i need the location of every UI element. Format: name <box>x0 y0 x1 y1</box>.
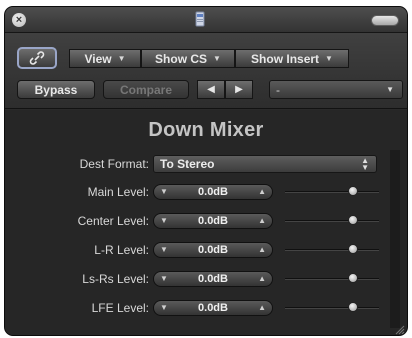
level-value-field[interactable]: ▼ 0.0dB ▲ <box>153 242 273 258</box>
arrow-left-icon: ◀ <box>207 84 215 95</box>
parameter-label: Ls-Rs Level: <box>82 272 149 286</box>
title-bar[interactable]: × <box>5 7 407 33</box>
level-value-field[interactable]: ▼ 0.0dB ▲ <box>153 213 273 229</box>
up-down-arrows-icon: ▲ ▼ <box>361 156 369 172</box>
scrollbar[interactable] <box>390 150 400 328</box>
close-button[interactable]: × <box>12 13 26 27</box>
dest-format-select[interactable]: To Stereo ▲ ▼ <box>153 155 377 173</box>
level-value-field[interactable]: ▼ 0.0dB ▲ <box>153 271 273 287</box>
level-slider-thumb[interactable] <box>347 302 358 312</box>
preset-menu[interactable]: - ▼ <box>269 80 403 99</box>
arrow-right-icon: ▶ <box>235 84 243 95</box>
increment-arrow-icon[interactable]: ▲ <box>258 187 266 196</box>
level-slider-track[interactable] <box>285 278 379 280</box>
compare-button[interactable]: Compare <box>103 80 189 99</box>
bypass-button[interactable]: Bypass <box>17 80 95 99</box>
level-value: 0.0dB <box>198 244 228 256</box>
link-icon <box>29 51 45 65</box>
link-button[interactable] <box>17 47 57 69</box>
plugin-header: View ▼ Show CS ▼ Show Insert ▼ Bypass Co… <box>5 33 407 109</box>
level-slider-thumb[interactable] <box>347 273 358 283</box>
level-value: 0.0dB <box>198 215 228 227</box>
show-cs-label: Show CS <box>155 51 208 66</box>
parameter-label: LFE Level: <box>91 301 149 315</box>
increment-arrow-icon[interactable]: ▲ <box>258 216 266 225</box>
view-menu[interactable]: View ▼ <box>69 49 141 68</box>
parameter-label: Center Level: <box>77 214 149 228</box>
level-slider-track[interactable] <box>285 191 379 193</box>
chevron-down-icon: ▼ <box>117 54 126 63</box>
view-label: View <box>84 51 112 66</box>
parameter-label: L-R Level: <box>94 243 149 257</box>
level-slider-thumb[interactable] <box>347 215 358 225</box>
toolbar-toggle-button[interactable] <box>371 15 399 26</box>
chevron-down-icon: ▼ <box>213 54 221 63</box>
dest-format-label: Dest Format: <box>79 157 149 171</box>
resize-grip-icon[interactable] <box>395 325 405 335</box>
level-value: 0.0dB <box>198 302 228 314</box>
show-insert-label: Show Insert <box>251 51 320 66</box>
previous-preset-button[interactable]: ◀ <box>197 80 225 99</box>
plugin-panel: Down Mixer Dest Format: To Stereo ▲ ▼ Mai… <box>5 110 407 335</box>
level-value-field[interactable]: ▼ 0.0dB ▲ <box>153 300 273 316</box>
increment-arrow-icon[interactable]: ▲ <box>258 274 266 283</box>
level-value: 0.0dB <box>198 186 228 198</box>
increment-arrow-icon[interactable]: ▲ <box>258 245 266 254</box>
parameter-label: Main Level: <box>87 185 149 199</box>
show-cs-menu[interactable]: Show CS ▼ <box>141 49 235 68</box>
preset-value: - <box>276 82 280 97</box>
level-slider-track[interactable] <box>285 220 379 222</box>
level-slider-thumb[interactable] <box>347 186 358 196</box>
level-slider-track[interactable] <box>285 307 379 309</box>
level-slider-thumb[interactable] <box>347 244 358 254</box>
next-preset-button[interactable]: ▶ <box>225 80 253 99</box>
level-value: 0.0dB <box>198 273 228 285</box>
chevron-down-icon: ▼ <box>325 54 333 63</box>
show-insert-menu[interactable]: Show Insert ▼ <box>235 49 349 68</box>
dest-format-value: To Stereo <box>160 157 215 171</box>
plugin-title: Down Mixer <box>148 119 264 141</box>
document-icon <box>195 11 205 27</box>
level-slider-track[interactable] <box>285 249 379 251</box>
increment-arrow-icon[interactable]: ▲ <box>258 303 266 312</box>
level-value-field[interactable]: ▼ 0.0dB ▲ <box>153 184 273 200</box>
chevron-down-icon: ▼ <box>386 85 394 94</box>
plugin-window: × View ▼ Show CS ▼ Show Insert ▼ Bypass … <box>4 6 408 336</box>
